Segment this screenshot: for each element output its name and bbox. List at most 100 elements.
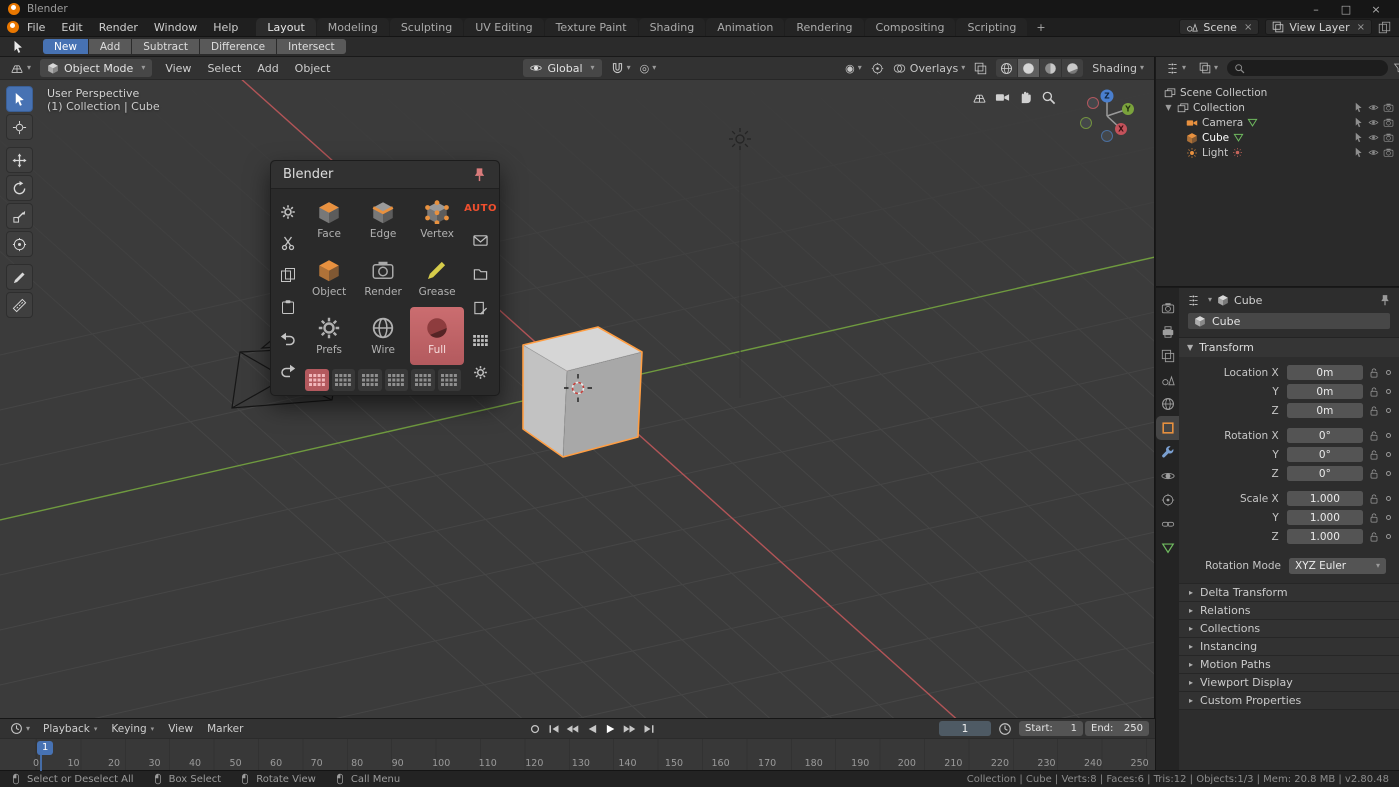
render-camera-icon[interactable] <box>1383 147 1394 158</box>
lock-icon[interactable] <box>1368 531 1380 543</box>
play-reverse-button[interactable] <box>583 721 601 737</box>
animate-dot[interactable] <box>1386 408 1391 413</box>
workspace-tab[interactable]: Scripting <box>956 18 1027 36</box>
animate-dot[interactable] <box>1386 370 1391 375</box>
pin-icon[interactable] <box>1379 294 1391 306</box>
popup-header[interactable]: Blender <box>271 161 499 189</box>
shading-dropdown[interactable]: Shading▾ <box>1088 59 1148 77</box>
tab-physics[interactable] <box>1156 488 1179 512</box>
jump-to-start-button[interactable] <box>545 721 563 737</box>
menubar-item[interactable]: Help <box>205 18 246 36</box>
display-mode-button[interactable]: ▾ <box>1195 62 1222 74</box>
tab-render[interactable] <box>1156 296 1179 320</box>
menubar-item[interactable]: Render <box>91 18 146 36</box>
tab-particles[interactable] <box>1156 464 1179 488</box>
mail-icon[interactable] <box>473 233 488 248</box>
search-field[interactable] <box>1227 60 1388 76</box>
panel-header[interactable]: ▸ Collections <box>1179 619 1399 637</box>
viewport-menu-item[interactable]: View <box>157 62 199 75</box>
lock-icon[interactable] <box>1368 367 1380 379</box>
popup-item-full[interactable]: Full <box>410 307 464 365</box>
selection-mode-button[interactable]: Add <box>89 39 131 54</box>
perspective-toggle-icon[interactable] <box>972 90 987 105</box>
render-camera-icon[interactable] <box>1383 132 1394 143</box>
matrix-button[interactable] <box>411 369 435 391</box>
render-camera-icon[interactable] <box>1383 117 1394 128</box>
lock-icon[interactable] <box>1368 512 1380 524</box>
tab-object-data[interactable] <box>1156 536 1179 560</box>
tab-view-layer[interactable] <box>1156 344 1179 368</box>
transform-tool[interactable] <box>6 231 33 257</box>
lock-icon[interactable] <box>1368 468 1380 480</box>
transform-value-field[interactable]: 1.000 <box>1287 529 1363 544</box>
popup-item-vertex[interactable]: Vertex <box>410 191 464 249</box>
outliner-row-camera[interactable]: Camera <box>1156 115 1399 130</box>
remove-view-layer-icon[interactable]: × <box>1357 22 1365 33</box>
popup-item-prefs[interactable]: Prefs <box>302 307 356 365</box>
selection-mode-button[interactable]: New <box>43 39 88 54</box>
popup-item-edge[interactable]: Edge <box>356 191 410 249</box>
current-frame-field[interactable]: 1 <box>939 721 991 736</box>
matrix-button[interactable] <box>358 369 382 391</box>
panel-header[interactable]: ▸ Viewport Display <box>1179 673 1399 691</box>
gear-icon[interactable] <box>280 204 296 220</box>
viewport-menu-item[interactable]: Select <box>199 62 249 75</box>
transform-value-field[interactable]: 0° <box>1287 447 1363 462</box>
workspace-tab[interactable]: Rendering <box>785 18 863 36</box>
viewport-menu-item[interactable]: Add <box>249 62 286 75</box>
outliner-row-collection[interactable]: ▼ Collection <box>1156 100 1399 115</box>
maximize-button[interactable]: □ <box>1331 3 1361 16</box>
workspace-tab[interactable]: Modeling <box>317 18 389 36</box>
snapping-toggle[interactable]: ▾ <box>607 59 635 77</box>
move-tool[interactable] <box>6 147 33 173</box>
next-keyframe-button[interactable] <box>621 721 639 737</box>
scene-selector[interactable]: Scene × <box>1179 19 1259 35</box>
editor-type-icon[interactable] <box>1187 294 1200 307</box>
timeline-menu-item[interactable]: View <box>161 723 200 735</box>
measure-tool[interactable] <box>6 292 33 318</box>
blender-menu-icon[interactable] <box>7 21 19 33</box>
transform-value-field[interactable]: 0m <box>1287 384 1363 399</box>
auto-label[interactable]: AUTO <box>464 203 497 214</box>
rotate-tool[interactable] <box>6 175 33 201</box>
tab-constraints[interactable] <box>1156 512 1179 536</box>
lock-icon[interactable] <box>1368 405 1380 417</box>
workspace-tab[interactable]: UV Editing <box>464 18 543 36</box>
animate-dot[interactable] <box>1386 515 1391 520</box>
new-view-layer-icon[interactable] <box>1378 21 1391 34</box>
transform-value-field[interactable]: 0m <box>1287 365 1363 380</box>
3d-viewport[interactable]: ▾ Object Mode▾ ViewSelectAddObject Globa… <box>0 57 1155 718</box>
animate-dot[interactable] <box>1386 433 1391 438</box>
navigation-gizmo[interactable]: Z Y X <box>1070 82 1144 150</box>
record-button[interactable] <box>526 721 544 737</box>
panel-header[interactable]: ▸ Relations <box>1179 601 1399 619</box>
shading-rendered-button[interactable] <box>1062 59 1083 77</box>
tab-object[interactable] <box>1156 416 1179 440</box>
matrix-button[interactable] <box>385 369 409 391</box>
matrix-button[interactable] <box>438 369 462 391</box>
auto-keying-clock-icon[interactable] <box>998 722 1012 736</box>
jump-to-end-button[interactable] <box>640 721 658 737</box>
eye-icon[interactable] <box>1368 132 1379 143</box>
redo-icon[interactable] <box>280 362 296 378</box>
workspace-tab[interactable]: Compositing <box>865 18 956 36</box>
play-button[interactable] <box>602 721 620 737</box>
filter-funnel-icon[interactable] <box>1393 62 1399 75</box>
viewport-canvas[interactable]: User Perspective (1) Collection | Cube Z… <box>0 80 1154 718</box>
view-layer-selector[interactable]: View Layer × <box>1265 19 1372 35</box>
camera-view-icon[interactable] <box>995 90 1010 105</box>
outliner-search-input[interactable] <box>1249 62 1381 74</box>
transform-value-field[interactable]: 0° <box>1287 428 1363 443</box>
animate-dot[interactable] <box>1386 471 1391 476</box>
workspace-tab[interactable]: Texture Paint <box>545 18 638 36</box>
scale-tool[interactable] <box>6 203 33 229</box>
transform-value-field[interactable]: 0° <box>1287 466 1363 481</box>
pin-icon[interactable] <box>472 167 487 182</box>
breadcrumb-object[interactable]: Cube <box>1234 294 1262 307</box>
lock-icon[interactable] <box>1368 430 1380 442</box>
transform-orientation-dropdown[interactable]: Global▾ <box>523 59 601 77</box>
eye-icon[interactable] <box>1368 117 1379 128</box>
panel-header[interactable]: ▸ Motion Paths <box>1179 655 1399 673</box>
shading-wireframe-button[interactable] <box>996 59 1017 77</box>
editor-type-button[interactable]: ▾ <box>1162 62 1190 75</box>
